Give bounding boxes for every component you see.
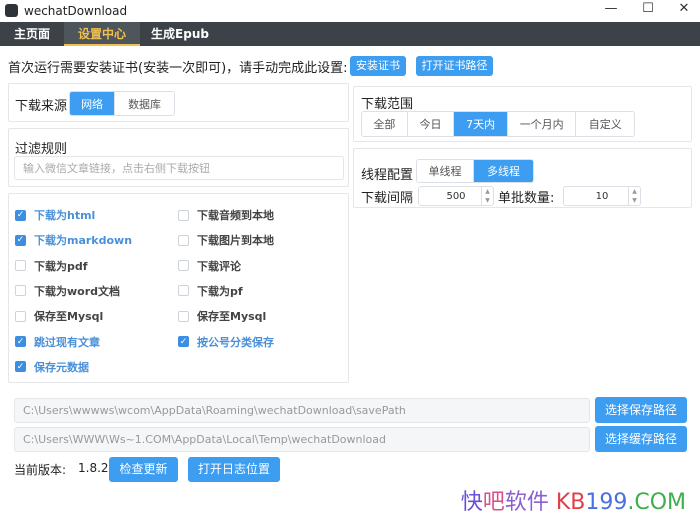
- source-panel: 下载来源 网络 数据库: [8, 83, 349, 122]
- checkbox-option[interactable]: 下载为pf: [178, 283, 243, 299]
- maximize-button[interactable]: ☐: [638, 1, 658, 16]
- checkbox-option[interactable]: ✓ 跳过现有文章: [15, 334, 100, 350]
- checkbox-option[interactable]: 下载评论: [178, 258, 241, 274]
- choose-save-path-button[interactable]: 选择保存路径: [595, 397, 687, 423]
- batch-spinbox[interactable]: 10 ▲▼: [563, 186, 641, 206]
- checkbox-option[interactable]: 下载为word文档: [15, 283, 120, 299]
- filter-panel: 过滤规则 输入微信文章链接，点击右侧下载按钮: [8, 128, 349, 187]
- range-option-month[interactable]: 一个月内: [508, 112, 577, 136]
- source-segmented: 网络 数据库: [69, 91, 175, 116]
- open-cert-path-button[interactable]: 打开证书路径: [416, 56, 493, 76]
- wm-6: .COM: [627, 490, 686, 515]
- open-log-button[interactable]: 打开日志位置: [188, 457, 280, 482]
- checkbox-label: 下载为pdf: [34, 258, 88, 274]
- checkbox-label: 下载图片到本地: [197, 232, 274, 248]
- checkbox-label: 下载为pf: [197, 283, 243, 299]
- checkbox-checked-icon[interactable]: ✓: [15, 361, 26, 372]
- source-label: 下载来源: [15, 95, 67, 114]
- source-option-database[interactable]: 数据库: [115, 92, 174, 115]
- version-value: 1.8.2: [78, 461, 109, 475]
- checkbox-option[interactable]: ✓ 下载为markdown: [15, 232, 132, 248]
- checkbox-option[interactable]: ✓ 保存元数据: [15, 359, 89, 375]
- thread-segmented: 单线程 多线程: [416, 159, 534, 183]
- cache-path-input[interactable]: C:\Users\WWW\Ws~1.COM\AppData\Local\Temp…: [14, 427, 590, 452]
- checkbox-checked-icon[interactable]: ✓: [15, 336, 26, 347]
- spin-arrows-icon[interactable]: ▲▼: [628, 187, 640, 205]
- tab-main[interactable]: 主页面: [0, 22, 64, 46]
- install-cert-button[interactable]: 安装证书: [350, 56, 406, 76]
- interval-label: 下载间隔: [361, 187, 413, 206]
- checkbox-option[interactable]: ✓ 按公号分类保存: [178, 334, 274, 350]
- interval-spinbox[interactable]: 500 ▲▼: [418, 186, 494, 206]
- range-option-custom[interactable]: 自定义: [576, 112, 634, 136]
- range-option-7days[interactable]: 7天内: [454, 112, 508, 136]
- save-path-input[interactable]: C:\Users\wwwws\wcom\AppData\Roaming\wech…: [14, 398, 590, 423]
- version-label: 当前版本:: [14, 461, 66, 478]
- thread-label: 线程配置: [361, 164, 413, 183]
- window-title: wechatDownload: [24, 4, 127, 18]
- wm-1: 快: [461, 490, 483, 515]
- checkbox-checked-icon[interactable]: ✓: [15, 235, 26, 246]
- range-option-all[interactable]: 全部: [362, 112, 408, 136]
- checkbox-unchecked-icon[interactable]: [178, 285, 189, 296]
- checkbox-label: 下载评论: [197, 258, 241, 274]
- checkbox-label: 下载为html: [34, 207, 95, 223]
- minimize-button[interactable]: —: [601, 1, 621, 16]
- range-label: 下载范围: [361, 93, 413, 112]
- checkbox-option[interactable]: 下载图片到本地: [178, 232, 274, 248]
- app-icon: [5, 4, 18, 17]
- filter-input[interactable]: 输入微信文章链接，点击右侧下载按钮: [14, 156, 344, 180]
- wm-3: 软件: [505, 490, 549, 515]
- checkbox-checked-icon[interactable]: ✓: [15, 210, 26, 221]
- wm-5: 199: [585, 490, 627, 515]
- wm-2: 吧: [483, 490, 505, 515]
- tab-settings[interactable]: 设置中心: [64, 22, 140, 46]
- checkbox-unchecked-icon[interactable]: [178, 260, 189, 271]
- checkbox-label: 下载为word文档: [34, 283, 120, 299]
- checkbox-unchecked-icon[interactable]: [15, 285, 26, 296]
- checkbox-label: 保存元数据: [34, 359, 89, 375]
- choose-cache-path-button[interactable]: 选择缓存路径: [595, 426, 687, 452]
- checkbox-label: 保存至Mysql: [34, 308, 103, 324]
- checkbox-label: 下载为markdown: [34, 232, 132, 248]
- wm-4: KB: [549, 490, 586, 515]
- spin-arrows-icon[interactable]: ▲▼: [481, 187, 493, 205]
- checkbox-option[interactable]: ✓ 下载为html: [15, 207, 95, 223]
- filter-label: 过滤规则: [15, 138, 67, 157]
- source-option-network[interactable]: 网络: [70, 92, 115, 115]
- tab-epub[interactable]: 生成Epub: [140, 22, 220, 46]
- checkbox-unchecked-icon[interactable]: [178, 235, 189, 246]
- checkbox-label: 按公号分类保存: [197, 334, 274, 350]
- close-button[interactable]: ✕: [674, 1, 694, 16]
- tab-bar: 主页面 设置中心 生成Epub: [0, 22, 700, 46]
- checkbox-unchecked-icon[interactable]: [15, 260, 26, 271]
- checkbox-option[interactable]: 下载为pdf: [15, 258, 88, 274]
- thread-option-single[interactable]: 单线程: [417, 160, 474, 182]
- checkbox-label: 跳过现有文章: [34, 334, 100, 350]
- checkbox-unchecked-icon[interactable]: [15, 311, 26, 322]
- checkbox-checked-icon[interactable]: ✓: [178, 336, 189, 347]
- watermark: 快吧软件 KB199.COM: [461, 484, 686, 516]
- interval-value: 500: [446, 191, 465, 202]
- title-bar: wechatDownload — ☐ ✕: [0, 0, 700, 22]
- check-update-button[interactable]: 检查更新: [109, 457, 178, 482]
- batch-label: 单批数量:: [498, 187, 554, 206]
- checkbox-label: 保存至Mysql: [197, 308, 266, 324]
- checkbox-option[interactable]: 保存至Mysql: [15, 308, 103, 324]
- thread-panel: 线程配置 单线程 多线程 下载间隔 500 ▲▼ 单批数量: 10 ▲▼: [353, 148, 692, 208]
- range-segmented: 全部 今日 7天内 一个月内 自定义: [361, 111, 635, 137]
- thread-option-multi[interactable]: 多线程: [474, 160, 533, 182]
- range-panel: 下载范围 全部 今日 7天内 一个月内 自定义: [353, 86, 692, 142]
- checkbox-option[interactable]: 保存至Mysql: [178, 308, 266, 324]
- checkbox-unchecked-icon[interactable]: [178, 210, 189, 221]
- checkbox-option[interactable]: 下载音频到本地: [178, 207, 274, 223]
- range-option-today[interactable]: 今日: [408, 112, 455, 136]
- checkbox-label: 下载音频到本地: [197, 207, 274, 223]
- cert-instruction: 首次运行需要安装证书(安装一次即可)，请手动完成此设置:: [8, 57, 348, 76]
- batch-value: 10: [596, 191, 609, 202]
- options-panel: ✓ 下载为html 下载音频到本地 ✓ 下载为markdown 下载图片到本地下载为pdf…: [8, 193, 349, 383]
- checkbox-unchecked-icon[interactable]: [178, 311, 189, 322]
